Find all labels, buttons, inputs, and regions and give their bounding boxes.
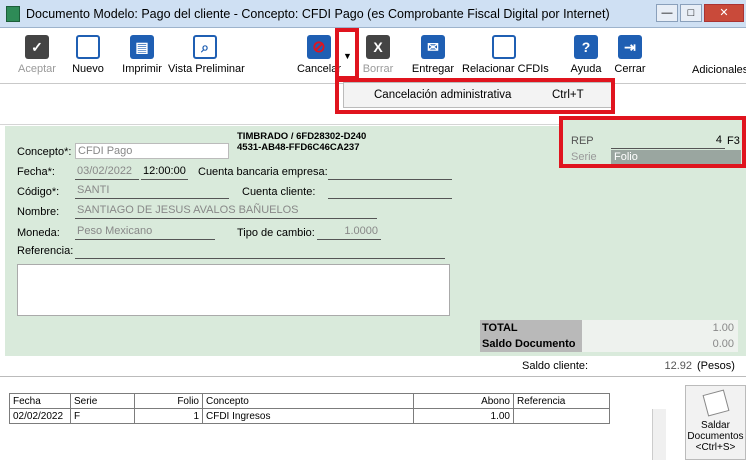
table-header-row: Fecha Serie Folio Concepto Abono Referen… [9,393,610,409]
folio-field[interactable]: Folio [611,150,741,164]
cuenta-cliente-label: Cuenta cliente: [242,186,316,198]
serie-label: Serie [571,151,597,163]
saldar-line2: Documentos [687,431,744,442]
tipo-cambio-label: Tipo de cambio: [237,227,315,239]
documents-grid-area: Fecha Serie Folio Concepto Abono Referen… [0,376,746,460]
maximize-button[interactable]: □ [680,4,702,22]
documents-table: Fecha Serie Folio Concepto Abono Referen… [9,393,610,424]
exit-icon: ⇥ [618,35,642,59]
app-icon [6,6,20,22]
nuevo-button[interactable]: Nuevo [68,32,108,82]
cell-folio[interactable]: 1 [134,408,203,424]
concepto-field[interactable]: CFDI Pago [75,143,229,159]
rep-field[interactable]: 4 [611,133,725,149]
check-icon: ✓ [25,35,49,59]
saldar-documentos-button[interactable]: Saldar Documentos <Ctrl+S> [685,385,746,460]
rep-label: REP [571,135,594,147]
highlight-dropdown-menu [335,78,615,114]
tipo-cambio-field[interactable]: 1.0000 [317,224,381,240]
cuenta-bancaria-field[interactable] [328,164,452,180]
timbrado-line1: TIMBRADO / 6FD28302-D240 [237,131,367,142]
relacionar-label: Relacionar CFDIs [462,63,549,75]
header-abono[interactable]: Abono [413,393,514,409]
aceptar-label: Aceptar [18,63,56,75]
title-bar: Documento Modelo: Pago del cliente - Con… [0,0,746,28]
saldo-documento-label: Saldo Documento [480,336,582,352]
borrar-label: Borrar [362,63,394,75]
printer-icon: ▤ [130,35,154,59]
relate-icon [492,35,516,59]
table-row[interactable]: 02/02/2022 F 1 CFDI Ingresos 1.00 [9,408,610,424]
entregar-label: Entregar [411,63,455,75]
nombre-field[interactable]: SANTIAGO DE JESUS AVALOS BAÑUELOS [75,203,377,219]
concepto-label: Concepto*: [17,146,72,158]
ayuda-label: Ayuda [570,63,602,75]
cerrar-button[interactable]: ⇥ Cerrar [612,32,648,82]
aceptar-button[interactable]: ✓ Aceptar [14,32,60,82]
nuevo-label: Nuevo [72,63,104,75]
total-label: TOTAL [480,320,582,336]
imprimir-label: Imprimir [122,63,162,75]
highlight-dropdown-arrow [335,28,359,80]
header-referencia[interactable]: Referencia [513,393,610,409]
minimize-button[interactable]: — [656,4,678,22]
saldo-cliente-unit: (Pesos) [697,360,735,372]
moneda-label: Moneda: [17,227,60,239]
fecha-field[interactable]: 03/02/2022 [75,164,139,180]
cell-serie[interactable]: F [70,408,135,424]
nombre-label: Nombre: [17,206,60,218]
adicionales-button[interactable]: Adicionales [692,50,746,76]
cerrar-label: Cerrar [614,63,646,75]
saldar-icon [702,389,729,417]
grid-scrollbar[interactable] [652,409,666,460]
referencia-field[interactable] [75,243,445,259]
f3-label: F3 [727,135,740,147]
vista-preliminar-label: Vista Preliminar [168,63,245,75]
referencia-label: Referencia: [17,245,74,257]
saldo-cliente-row: Saldo cliente: 12.92 (Pesos) [0,356,746,376]
timbrado-line2: 4531-AB48-FFD6C46CA237 [237,142,360,153]
vista-preliminar-button[interactable]: ⌕ Vista Preliminar [168,32,245,82]
delete-icon: X [366,35,390,59]
hora-field[interactable]: 12:00:00 [141,164,188,180]
relacionar-cfdis-button[interactable]: Relacionar CFDIs [462,32,549,82]
imprimir-button[interactable]: ▤ Imprimir [120,32,164,82]
total-value: 1.00 [582,320,738,336]
cuenta-cliente-field[interactable] [328,183,452,199]
entregar-button[interactable]: ✉ Entregar [410,32,456,82]
saldo-documento-value: 0.00 [582,336,738,352]
codigo-field[interactable]: SANTI [75,183,229,199]
saldar-line1: Saldar [701,420,730,431]
cuenta-bancaria-label: Cuenta bancaria empresa: [198,166,328,178]
cell-fecha[interactable]: 02/02/2022 [9,408,71,424]
codigo-label: Código*: [17,186,60,198]
header-concepto[interactable]: Concepto [202,393,414,409]
adicionales-label: Adicionales [692,64,746,76]
saldar-line3: <Ctrl+S> [695,442,736,453]
preview-icon: ⌕ [193,35,217,59]
window-title: Documento Modelo: Pago del cliente - Con… [26,7,610,21]
borrar-button[interactable]: X Borrar [362,32,394,82]
observaciones-memo[interactable] [17,264,450,316]
cell-concepto[interactable]: CFDI Ingresos [202,408,414,424]
moneda-field[interactable]: Peso Mexicano [75,224,215,240]
cell-abono[interactable]: 1.00 [413,408,514,424]
rep-panel: REP 4 F3 Serie Folio [559,116,746,168]
fecha-label: Fecha*: [17,166,55,178]
close-button[interactable]: ✕ [704,4,744,22]
header-serie[interactable]: Serie [70,393,135,409]
header-folio[interactable]: Folio [134,393,203,409]
header-fecha[interactable]: Fecha [9,393,71,409]
help-icon: ? [574,35,598,59]
saldo-cliente-label: Saldo cliente: [522,360,589,372]
cell-referencia[interactable] [513,408,610,424]
ayuda-button[interactable]: ? Ayuda [567,32,605,82]
deliver-icon: ✉ [421,35,445,59]
toolbar: ✓ Aceptar Nuevo ▤ Imprimir ⌕ Vista Preli… [0,28,746,84]
cancel-icon: ⊘ [307,35,331,59]
saldo-cliente-value: 12.92 [664,360,692,372]
new-document-icon [76,35,100,59]
